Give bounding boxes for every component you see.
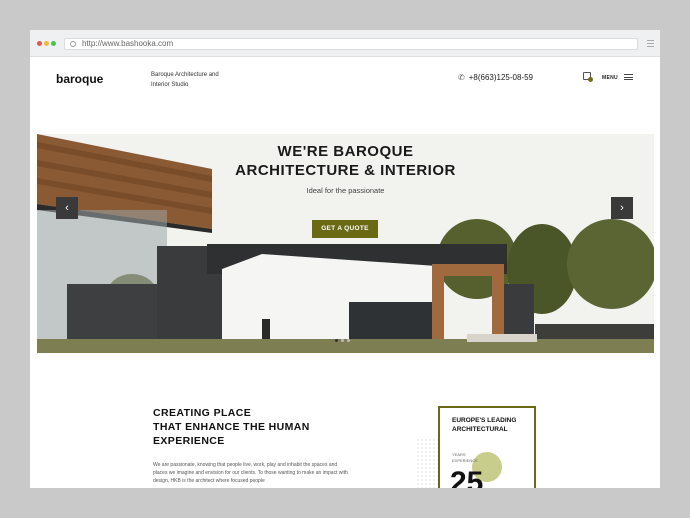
about-heading-line: THAT ENHANCE THE HUMAN [153, 421, 310, 433]
years-number: 25 [450, 466, 484, 488]
address-bar[interactable]: http://www.bashooka.com [64, 38, 638, 50]
hero-slider: WE'RE BAROQUE ARCHITECTURE & INTERIOR Id… [37, 134, 654, 353]
phone-icon: ✆ [458, 73, 465, 82]
maximize-window-icon[interactable] [51, 41, 56, 46]
about-heading-line: CREATING PLACE [153, 407, 252, 419]
about-heading: CREATING PLACE THAT ENHANCE THE HUMAN EX… [153, 406, 310, 448]
slider-dot[interactable] [335, 339, 338, 342]
cart-badge [588, 77, 593, 82]
minimize-window-icon[interactable] [44, 41, 49, 46]
hero-title-line: WE'RE BAROQUE [277, 143, 414, 160]
about-heading-line: EXPERIENCE [153, 435, 225, 447]
menu-label[interactable]: MENU [602, 75, 618, 81]
slider-pagination [335, 339, 350, 342]
phone-number: +8(663)125-08-59 [468, 73, 533, 82]
tagline-line: Interior Studio [151, 81, 189, 88]
experience-card-title: EUROPE'S LEADING ARCHITECTURAL [452, 416, 516, 434]
tagline-line: Baroque Architecture and [151, 72, 219, 78]
about-paragraph: We are passionate, knowing that people l… [153, 462, 348, 484]
experience-title-line: ARCHITECTURAL [452, 426, 508, 433]
site-logo[interactable]: baroque [56, 72, 103, 86]
slider-prev-button[interactable]: ‹ [56, 197, 78, 219]
reload-icon[interactable] [70, 41, 76, 47]
site-tagline: Baroque Architecture and Interior Studio [151, 71, 231, 90]
experience-title-line: EUROPE'S LEADING [452, 417, 517, 424]
close-window-icon[interactable] [37, 41, 42, 46]
phone-contact[interactable]: ✆ +8(663)125-08-59 [458, 73, 533, 82]
hamburger-menu-icon[interactable] [624, 74, 633, 80]
slider-next-button[interactable]: › [611, 197, 633, 219]
browser-toolbar: http://www.bashooka.com [30, 30, 660, 57]
browser-window: http://www.bashooka.com baroque Baroque … [30, 30, 660, 488]
experience-label: YEARS EXPERIENCE [452, 452, 478, 464]
slider-dot[interactable] [341, 339, 344, 342]
hero-subtitle: Ideal for the passionate [306, 186, 385, 195]
hero-title-line: ARCHITECTURE & INTERIOR [235, 162, 456, 179]
experience-label-line: EXPERIENCE [452, 458, 478, 463]
browser-menu-icon[interactable] [647, 40, 654, 47]
slider-dot[interactable] [347, 339, 350, 342]
hero-title: WE'RE BAROQUE ARCHITECTURE & INTERIOR [37, 142, 654, 180]
url-text: http://www.bashooka.com [82, 39, 174, 48]
experience-card: EUROPE'S LEADING ARCHITECTURAL YEARS EXP… [438, 406, 536, 488]
get-a-quote-button[interactable]: GET A QUOTE [312, 220, 378, 238]
